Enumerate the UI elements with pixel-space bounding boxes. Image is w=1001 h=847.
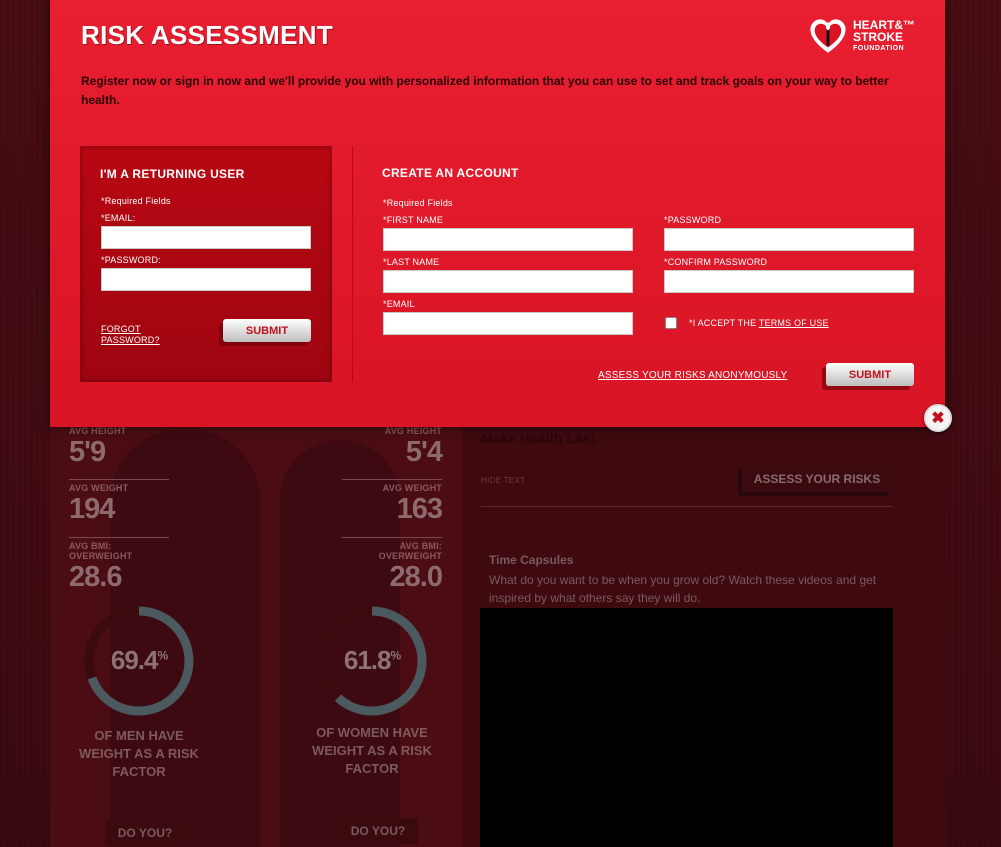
women-weight-label: AVG WEIGHT [382, 483, 442, 493]
create-email-field[interactable] [383, 312, 633, 335]
create-submit-button[interactable]: SUBMIT [826, 363, 914, 386]
men-bmi-label: AVG BMI: [69, 541, 112, 551]
women-height-label: AVG HEIGHT [384, 426, 442, 436]
men-risk-caption: OF MEN HAVE WEIGHT AS A RISK FACTOR [79, 728, 199, 779]
close-modal-button[interactable]: ✖ [924, 404, 952, 432]
returning-submit-button[interactable]: SUBMIT [223, 319, 311, 342]
men-do-you-button[interactable]: DO YOU? [105, 820, 185, 846]
women-height-value: 5'4 [405, 436, 443, 468]
create-required-note: *Required Fields [383, 198, 453, 208]
women-weight-stat: AVG WEIGHT 163 [342, 483, 443, 525]
women-do-you-button[interactable]: DO YOU? [338, 818, 418, 844]
divider [69, 479, 169, 480]
men-height-value: 5'9 [69, 436, 106, 468]
men-risk-percent: 69.4% [110, 645, 168, 675]
heart-stroke-logo: HEART&™ STROKE FOUNDATION [809, 18, 915, 56]
returning-email-label: *EMAIL: [101, 213, 136, 223]
men-weight-label: AVG WEIGHT [69, 483, 129, 493]
women-risk-percent: 61.8% [343, 645, 401, 675]
assess-risks-button[interactable]: ASSESS YOUR RISKS [742, 466, 892, 492]
first-name-input[interactable] [384, 229, 632, 250]
first-name-label: *FIRST NAME [383, 215, 444, 225]
women-bmi-stat: AVG BMI: OVERWEIGHT 28.0 [342, 541, 443, 593]
risk-assessment-modal: RISK ASSESSMENT HEART&™ STROKE FOUNDATIO… [50, 0, 945, 427]
divider [69, 537, 169, 538]
last-name-field[interactable] [383, 270, 633, 293]
returning-email-field[interactable] [101, 226, 311, 249]
terms-of-use-link[interactable]: TERMS OF USE [759, 318, 829, 328]
returning-password-label: *PASSWORD: [101, 255, 161, 265]
create-password-field[interactable] [664, 228, 914, 251]
men-bmi-sublabel: OVERWEIGHT [69, 551, 133, 561]
confirm-password-field[interactable] [664, 270, 914, 293]
last-name-input[interactable] [384, 271, 632, 292]
women-risk-caption: OF WOMEN HAVE WEIGHT AS A RISK FACTOR [312, 725, 432, 776]
men-weight-stat: AVG WEIGHT 194 [69, 483, 128, 525]
panel-divider [352, 146, 353, 382]
create-email-label: *EMAIL [383, 299, 415, 309]
returning-required-note: *Required Fields [101, 196, 171, 206]
confirm-password-input[interactable] [665, 271, 913, 292]
create-account-title: CREATE AN ACCOUNT [382, 166, 519, 180]
accept-terms-label: *I ACCEPT THE TERMS OF USE [689, 318, 829, 328]
divider [342, 479, 442, 480]
women-height-stat: AVG HEIGHT 5'4 [342, 426, 443, 468]
first-name-field[interactable] [383, 228, 633, 251]
heart-torch-logo-icon [810, 19, 846, 53]
health-headline: Make Health Last. [481, 430, 600, 446]
last-name-label: *LAST NAME [383, 257, 440, 267]
confirm-password-label: *CONFIRM PASSWORD [664, 257, 768, 267]
time-capsules-text: What do you want to be when you grow old… [489, 573, 877, 605]
men-height-label: AVG HEIGHT [69, 426, 127, 436]
returning-password-input[interactable] [102, 269, 310, 290]
video-player[interactable] [480, 608, 893, 847]
divider [481, 506, 893, 507]
men-height-stat: AVG HEIGHT 5'9 [69, 426, 126, 468]
women-bmi-value: 28.0 [389, 561, 443, 593]
create-email-input[interactable] [384, 313, 632, 334]
close-icon: ✖ [931, 410, 945, 427]
returning-user-title: I'M A RETURNING USER [100, 167, 245, 181]
create-password-input[interactable] [665, 229, 913, 250]
returning-password-field[interactable] [101, 268, 311, 291]
modal-title: RISK ASSESSMENT [81, 20, 334, 50]
divider [342, 537, 442, 538]
returning-email-input[interactable] [102, 227, 310, 248]
hide-text-link[interactable]: HIDE TEXT [481, 476, 525, 485]
women-bmi-sublabel: OVERWEIGHT [378, 551, 442, 561]
women-weight-value: 163 [396, 493, 443, 525]
men-weight-value: 194 [69, 493, 115, 525]
men-bmi-stat: AVG BMI: OVERWEIGHT 28.6 [69, 541, 132, 593]
women-bmi-label: AVG BMI: [399, 541, 442, 551]
men-bmi-value: 28.6 [69, 561, 122, 593]
time-capsules-title: Time Capsules [489, 553, 574, 567]
create-password-label: *PASSWORD [664, 215, 722, 225]
accept-terms-checkbox[interactable] [665, 317, 677, 329]
forgot-password-link[interactable]: FORGOT PASSWORD? [101, 324, 160, 346]
logo-text: HEART&™ STROKE FOUNDATION [853, 18, 915, 52]
intro-text: Register now or sign in now and we'll pr… [81, 74, 889, 107]
assess-anonymously-link[interactable]: ASSESS YOUR RISKS ANONYMOUSLY [598, 370, 787, 381]
